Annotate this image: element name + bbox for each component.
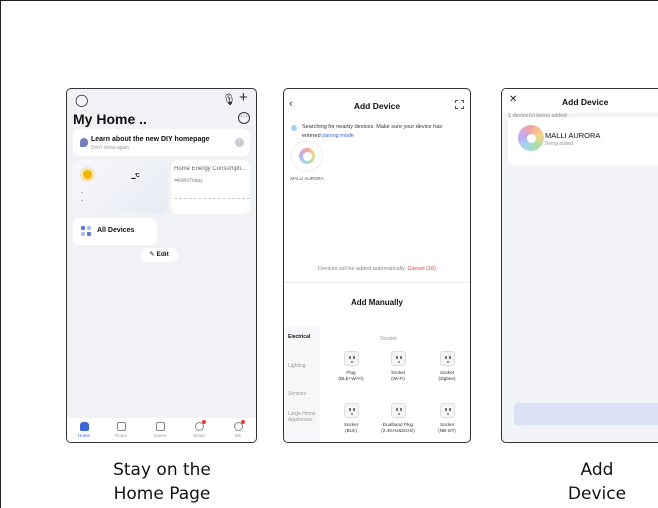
energy-title: Home Energy Consumpti... bbox=[174, 166, 247, 172]
pairing-mode-link[interactable]: pairing mode bbox=[322, 133, 354, 139]
diy-tip-card[interactable]: Learn about the new DIY homepage Don't s… bbox=[73, 129, 250, 156]
add-device-header: ‹ Add Device bbox=[284, 89, 470, 119]
room-icon bbox=[116, 422, 126, 431]
tip-title: Learn about the new DIY homepage bbox=[91, 136, 210, 143]
adding-device-name: MALLI AURORA bbox=[545, 131, 601, 140]
all-devices-label: All Devices bbox=[97, 227, 135, 234]
chevron-right-icon[interactable]: › bbox=[235, 138, 244, 147]
caption-add-device: Add Device bbox=[567, 460, 627, 504]
tab-scene[interactable]: Scene bbox=[145, 422, 175, 438]
adding-device-card: MALLI AURORA Being added bbox=[508, 117, 658, 165]
edit-button[interactable]: ✎ Edit bbox=[140, 248, 178, 262]
adding-title: Add Device bbox=[562, 97, 609, 107]
plug-icon bbox=[343, 403, 359, 418]
tab-me[interactable]: Me bbox=[223, 420, 253, 438]
add-device-screen: ‹ Add Device Searching for nearby device… bbox=[283, 88, 471, 443]
device-type-item[interactable]: Socket (NB-IoT) bbox=[427, 403, 467, 434]
socket-subheading: Socket bbox=[380, 336, 397, 342]
category-large-home-appliances[interactable]: Large Home Appliances bbox=[288, 411, 318, 423]
energy-value: --kWh/Today bbox=[174, 178, 203, 184]
category-lighting[interactable]: Lighting bbox=[288, 363, 318, 369]
tab-smart[interactable]: Smart bbox=[184, 420, 214, 438]
tip-dismiss-link[interactable]: Don't show again bbox=[91, 145, 129, 151]
home-icon bbox=[79, 422, 89, 431]
microphone-icon[interactable]: 🎙 bbox=[222, 93, 236, 107]
more-icon[interactable]: ··· bbox=[238, 112, 250, 124]
device-type-item[interactable]: Socket (Zigbee) bbox=[427, 351, 467, 382]
add-device-title: Add Device bbox=[353, 101, 401, 111]
plus-icon[interactable]: + bbox=[239, 90, 248, 105]
device-type-item[interactable]: Socket (Wi-Fi) bbox=[378, 351, 418, 382]
add-manually-title: Add Manually bbox=[350, 298, 403, 307]
plug-icon bbox=[439, 351, 455, 366]
auto-add-status: Devices will be added automatically. Can… bbox=[318, 266, 436, 272]
divider bbox=[284, 282, 470, 283]
tab-bar: Home Room Scene Smart Me bbox=[67, 418, 256, 442]
adding-device-screen: ✕ Add Device 1 device(s) being added MAL… bbox=[501, 88, 658, 443]
adding-device-status: Being added bbox=[545, 141, 574, 147]
device-type-item[interactable]: Socket (BLE) bbox=[331, 403, 371, 434]
plug-icon bbox=[390, 351, 406, 366]
device-type-item[interactable]: Plug (BLE+Wi-Fi) bbox=[331, 351, 371, 382]
plug-icon bbox=[343, 351, 359, 366]
all-devices-card[interactable]: All Devices bbox=[73, 218, 157, 245]
home-title[interactable]: My Home .. bbox=[73, 111, 147, 127]
found-device-name: MALLI AURORA bbox=[290, 176, 324, 181]
close-icon[interactable]: ✕ bbox=[509, 94, 517, 105]
category-electrical[interactable]: Electrical bbox=[288, 334, 318, 340]
devices-grid-icon bbox=[81, 226, 91, 236]
scan-icon[interactable] bbox=[455, 100, 464, 109]
lightbulb-icon bbox=[80, 138, 88, 147]
bluetooth-scan-icon bbox=[291, 125, 297, 131]
energy-chart-placeholder bbox=[174, 198, 250, 199]
user-icon[interactable]: ◯ bbox=[75, 93, 88, 107]
home-screen: ◯ 🎙 + My Home .. ··· Learn about the new… bbox=[66, 88, 257, 443]
weather-card[interactable]: --°C - - bbox=[73, 160, 168, 214]
scene-icon bbox=[155, 422, 165, 431]
device-light-icon bbox=[518, 125, 544, 151]
notification-badge bbox=[202, 420, 206, 424]
tab-room[interactable]: Room bbox=[106, 422, 136, 438]
device-type-item[interactable]: Dualband Plug (2.4GHz&5GHz) bbox=[378, 403, 418, 434]
tab-home[interactable]: Home bbox=[69, 422, 99, 438]
plug-icon bbox=[390, 403, 406, 418]
cancel-link[interactable]: Cancel (16) bbox=[408, 266, 436, 272]
category-sensors[interactable]: Sensors bbox=[288, 391, 318, 397]
energy-card[interactable]: Home Energy Consumpti... --kWh/Today bbox=[171, 160, 250, 214]
found-device[interactable]: MALLI AURORA bbox=[290, 141, 324, 182]
adding-header: ✕ Add Device bbox=[502, 89, 658, 113]
category-list: Electrical Lighting Sensors Large Home A… bbox=[284, 327, 320, 442]
sun-icon bbox=[83, 170, 92, 179]
plug-icon bbox=[439, 403, 455, 418]
caption-home: Stay on the Home Page bbox=[113, 460, 211, 504]
temperature-value: --°C bbox=[131, 173, 140, 183]
weather-dash: - bbox=[81, 190, 83, 196]
weather-dash: - bbox=[81, 198, 83, 204]
notification-badge bbox=[241, 420, 245, 424]
light-ring-icon bbox=[299, 148, 315, 164]
done-button-disabled bbox=[514, 403, 658, 425]
